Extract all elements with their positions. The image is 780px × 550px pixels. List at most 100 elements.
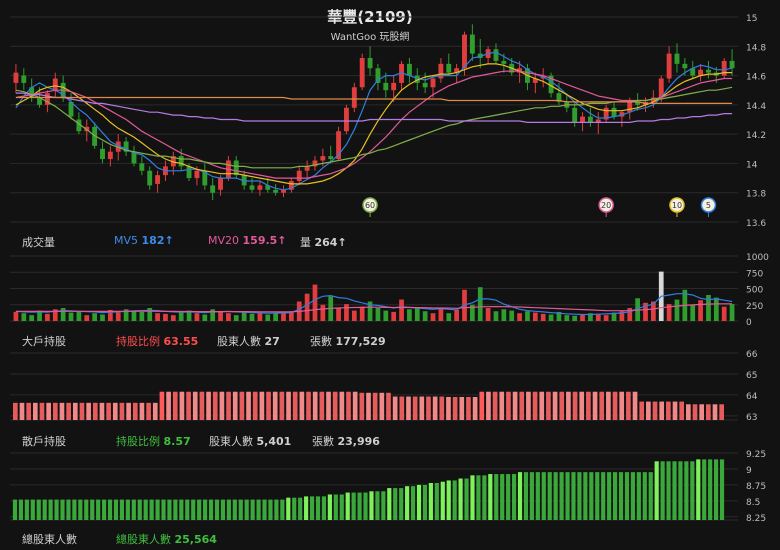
volume-legend: 量 264↑ (300, 236, 347, 249)
small-holders-bar (179, 499, 184, 520)
small-holders-bar (440, 481, 445, 520)
big-holders-bar (499, 391, 505, 420)
small-holders-bar (369, 491, 374, 520)
small-holders-bar (309, 496, 315, 520)
volume-bar (202, 314, 208, 321)
big-holders-bar (652, 401, 658, 420)
big-holders-bar (619, 391, 625, 420)
small-holders-bar (428, 482, 433, 520)
small-holders-bar (405, 486, 410, 520)
small-holders-bar (161, 499, 166, 520)
y-tick-label: 14.6 (746, 73, 766, 83)
holders-count-label: 總股東人數 (22, 533, 77, 546)
candle-body (218, 178, 223, 190)
big-holders-bar (452, 396, 458, 420)
big-holders-bar (12, 402, 18, 420)
volume-bar (178, 312, 184, 321)
candle-body (155, 175, 161, 184)
volume-bar (139, 311, 145, 321)
y-tick-label: 0 (746, 318, 752, 328)
big-holders-bar (526, 391, 531, 420)
small-holders-bar (494, 474, 499, 520)
candle-body (572, 107, 578, 123)
candle-body (367, 58, 373, 69)
volume-bar (21, 313, 27, 321)
big-holders-bar (439, 396, 445, 420)
y-tick-label: 63 (746, 413, 757, 423)
candle-body (328, 156, 334, 160)
big-holders-bar (312, 391, 318, 420)
volume-bar (430, 313, 436, 321)
chart-root: { "title": "華豐(2109)", "subtitle": "Want… (0, 0, 780, 550)
small-holders-bar (78, 499, 83, 520)
small-holders-bar (96, 499, 101, 520)
y-tick-label: 13.6 (746, 219, 766, 229)
volume-bar (170, 315, 176, 321)
volume-bar (320, 304, 326, 321)
volume-bar (68, 312, 74, 321)
big-holders-bar (112, 402, 118, 420)
big-holders-bar (26, 402, 31, 420)
y-tick-label: 1000 (746, 253, 769, 263)
volume-bar (194, 313, 200, 321)
small-holders-bar (214, 499, 220, 520)
candle-body (139, 163, 145, 171)
volume-bar (344, 304, 349, 321)
big-holders-bar (239, 391, 245, 420)
volume-bar (690, 304, 696, 321)
small-holders-bar (399, 488, 404, 520)
candle-body (233, 160, 239, 176)
small-holders-bar (624, 472, 630, 520)
volume-bar (414, 307, 420, 321)
candle-body (406, 63, 412, 76)
small-holders-bar (321, 496, 327, 520)
big-holders-bar (166, 391, 171, 420)
ma-line-ma20 (15, 70, 733, 179)
small-holders-bar (500, 474, 505, 520)
chart-canvas: 15 14.8 14.6 14.4 14.2 14 13.8 13.6 60 20 10 5 1000… (10, 14, 769, 524)
volume-bar (595, 313, 601, 321)
small-holders-bar (24, 499, 29, 520)
small-holders-bar (315, 496, 321, 520)
volume-bar (729, 304, 735, 321)
small-holders-bar (648, 472, 653, 520)
big-holders-bar (66, 402, 71, 420)
holders-count-legend: 總股東人數 25,564 (116, 533, 217, 546)
ma-marker-label: 20 (601, 201, 611, 210)
small-holders-bar (208, 499, 214, 520)
big-holders-bar (119, 402, 125, 420)
small-holders-bar (565, 472, 570, 520)
y-tick-label: 750 (746, 269, 763, 279)
small-holders-bar (654, 461, 659, 520)
volume-bar (375, 308, 381, 321)
y-tick-label: 9 (746, 466, 752, 476)
big-holders-bar (546, 391, 551, 420)
ma-marker-label: 60 (365, 201, 375, 210)
small-count-legend: 股東人數 5,401 (209, 435, 292, 448)
small-holders-bar (84, 499, 89, 520)
small-holders-bar (393, 488, 398, 520)
small-holders-bar (298, 497, 303, 520)
big-holders-bar (432, 396, 438, 420)
big-holders-bar (172, 391, 178, 420)
volume-bar (572, 315, 578, 321)
big-holders-bar (519, 391, 525, 420)
volume-bar (674, 299, 680, 321)
small-holders-bar (351, 492, 356, 520)
big-holders-bar (159, 391, 165, 420)
big-holders-bar (206, 391, 211, 420)
small-holders-bar (547, 472, 552, 520)
small-holders-bar (125, 499, 130, 520)
big-holders-bar (532, 391, 538, 420)
candle-body (611, 107, 617, 117)
big-holders-bar (326, 391, 331, 420)
volume-bar (155, 313, 160, 321)
volume-bar (29, 315, 35, 321)
volume-bar (391, 311, 397, 321)
small-holders-bar (12, 499, 18, 520)
volume-bar (438, 308, 444, 321)
big-holders-bar (639, 401, 645, 420)
big-holders-bar (306, 391, 311, 420)
volume-bar (525, 311, 530, 321)
small-holders-bar (197, 499, 202, 520)
